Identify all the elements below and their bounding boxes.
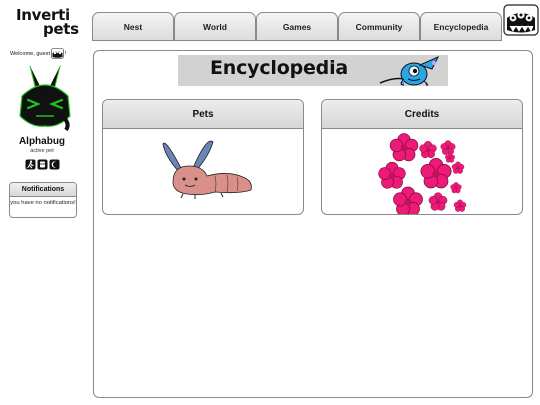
sleep-icon[interactable] [49, 157, 60, 170]
credits-section-title: Credits [322, 100, 522, 129]
pets-section-card[interactable]: Pets [102, 99, 304, 215]
play-icon[interactable] [25, 157, 36, 170]
pet-status: active pet [30, 148, 54, 154]
welcome-message: Welcome, guest ! [10, 48, 86, 59]
notifications-title: Notifications [10, 183, 76, 197]
pets-section-title: Pets [103, 100, 303, 129]
logo-line-2: pets [43, 20, 79, 38]
banner-title: Encyclopedia [210, 57, 349, 79]
rabbit-slug-pet-icon [162, 140, 252, 199]
pet-name[interactable]: Alphabug [0, 136, 84, 147]
site-logo[interactable]: Inverti pets [15, 5, 79, 38]
pet-action-icons [25, 157, 61, 170]
main-content-panel: Encyclopedia Pets Credits [93, 50, 533, 398]
notifications-message: you have no notifications! [10, 200, 76, 206]
welcome-suffix: ! [65, 50, 67, 57]
blue-creature-icon [379, 55, 440, 86]
monster-mascot-icon[interactable] [503, 4, 539, 36]
tab-world[interactable]: World [174, 12, 256, 40]
main-nav: Nest World Games Community Encyclopedia [92, 12, 502, 40]
tab-nest[interactable]: Nest [92, 12, 174, 40]
tab-games[interactable]: Games [256, 12, 338, 40]
guest-monster-icon [51, 48, 64, 59]
pink-flowers-icon [378, 133, 467, 214]
tab-encyclopedia[interactable]: Encyclopedia [420, 12, 502, 40]
feed-icon[interactable] [37, 157, 48, 170]
credits-section-card[interactable]: Credits [321, 99, 523, 215]
notifications-panel: Notifications you have no notifications! [9, 182, 77, 218]
nav-underline [92, 40, 502, 41]
encyclopedia-banner: Encyclopedia [178, 55, 448, 86]
alphabug-pet-avatar[interactable] [16, 64, 74, 132]
tab-community[interactable]: Community [338, 12, 420, 40]
welcome-text: Welcome, guest [10, 50, 51, 57]
